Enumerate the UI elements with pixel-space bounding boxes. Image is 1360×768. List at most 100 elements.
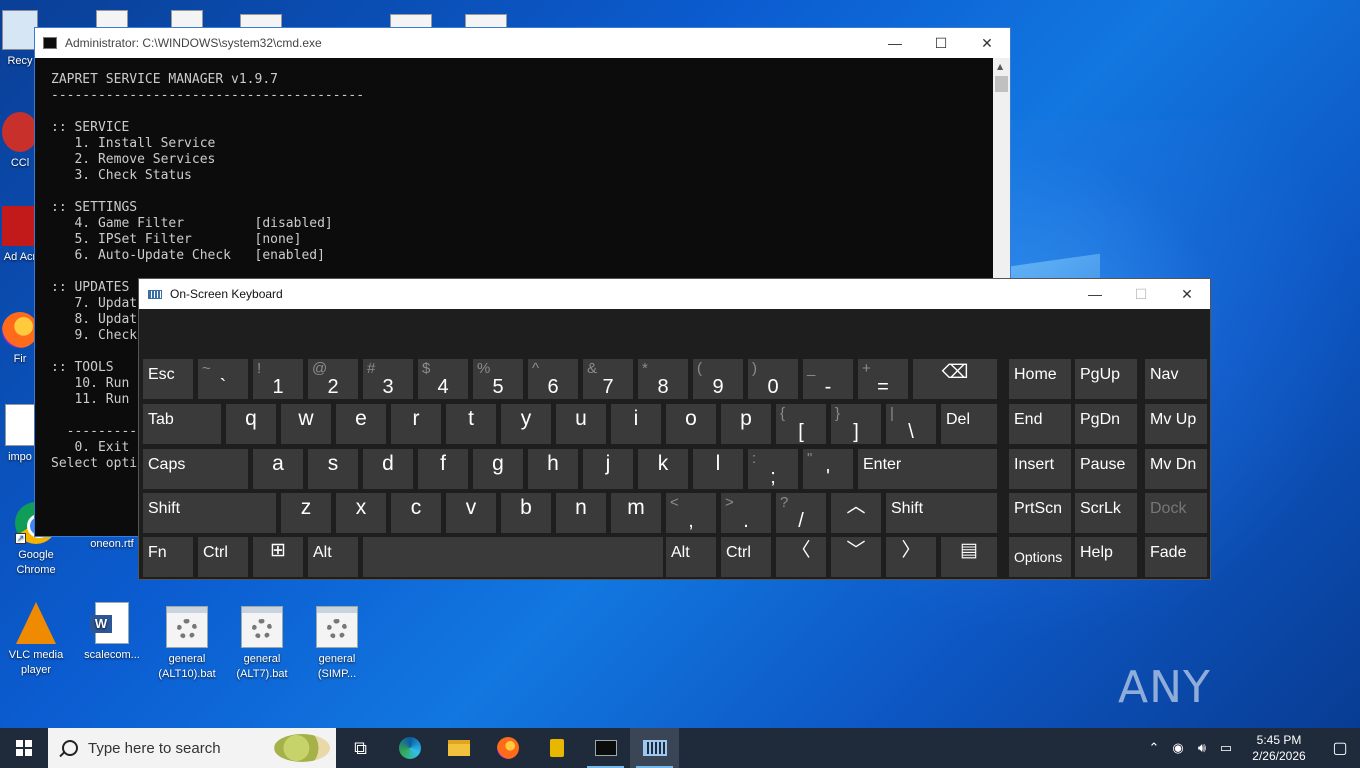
key-i[interactable]: i: [611, 404, 661, 444]
key-mv-up[interactable]: Mv Up: [1145, 404, 1207, 444]
menu-key-icon[interactable]: ▤: [941, 537, 997, 577]
backspace-icon[interactable]: ⌫: [913, 359, 997, 399]
key-tab[interactable]: Tab: [143, 404, 221, 444]
key-sym-0-13[interactable]: + =: [858, 359, 908, 399]
vlc-shortcut[interactable]: VLC media player: [0, 602, 74, 678]
key-nav[interactable]: Nav: [1145, 359, 1207, 399]
windows-key-icon[interactable]: ⊞: [253, 537, 303, 577]
arrow-down-icon[interactable]: ﹀: [831, 537, 881, 577]
key-prtscn[interactable]: PrtScn: [1009, 493, 1071, 533]
key-9[interactable]: (9: [693, 359, 743, 399]
key-7[interactable]: & 7: [583, 359, 633, 399]
taskbar-lock-app[interactable]: [532, 728, 581, 768]
key-alt[interactable]: Alt: [666, 537, 716, 577]
key-c[interactable]: c: [391, 493, 441, 533]
arrow-right-icon[interactable]: 〉: [886, 537, 936, 577]
key-sym-1-11[interactable]: {[: [776, 404, 826, 444]
scroll-up-icon[interactable]: ▲: [997, 62, 1003, 71]
taskbar-search-box[interactable]: Type here to search: [48, 728, 336, 768]
key-shift[interactable]: Shift: [143, 493, 276, 533]
maximize-button[interactable]: ☐: [918, 28, 964, 58]
key-2[interactable]: @2: [308, 359, 358, 399]
key-t[interactable]: t: [446, 404, 496, 444]
chevron-up-icon[interactable]: ⌃: [1142, 740, 1166, 756]
key-sym-0-12[interactable]: _ -: [803, 359, 853, 399]
taskbar-edge[interactable]: [385, 728, 434, 768]
key-6[interactable]: ^ 6: [528, 359, 578, 399]
key-space[interactable]: [363, 537, 663, 577]
key-ctrl[interactable]: Ctrl: [198, 537, 248, 577]
input-indicator-icon[interactable]: ▭: [1214, 740, 1238, 756]
key-x[interactable]: x: [336, 493, 386, 533]
close-button[interactable]: ✕: [1164, 279, 1210, 309]
key-sym-1-13[interactable]: | \: [886, 404, 936, 444]
desktop-bat-icon[interactable]: [240, 14, 282, 28]
on-screen-keyboard-window[interactable]: On-Screen Keyboard — ☐ ✕ Esc ~ `! 1 @2 #3 $4% 5…: [138, 278, 1211, 580]
minimize-button[interactable]: —: [1072, 279, 1118, 309]
key-options[interactable]: Options: [1009, 537, 1071, 577]
key-v[interactable]: v: [446, 493, 496, 533]
key-q[interactable]: q: [226, 404, 276, 444]
key-d[interactable]: d: [363, 449, 413, 489]
key-enter[interactable]: Enter: [858, 449, 997, 489]
key-sym-0-1[interactable]: ~ `: [198, 359, 248, 399]
key-f[interactable]: f: [418, 449, 468, 489]
key-pgup[interactable]: PgUp: [1075, 359, 1137, 399]
key-fade[interactable]: Fade: [1145, 537, 1207, 577]
scalecom-doc[interactable]: W scalecom...: [74, 602, 150, 663]
task-view-button[interactable]: ⧉: [336, 728, 385, 768]
key-fn[interactable]: Fn: [143, 537, 193, 577]
close-button[interactable]: ✕: [964, 28, 1010, 58]
desktop-bat-icon[interactable]: [390, 14, 432, 28]
key-h[interactable]: h: [528, 449, 578, 489]
key-insert[interactable]: Insert: [1009, 449, 1071, 489]
key-pause[interactable]: Pause: [1075, 449, 1137, 489]
key-5[interactable]: % 5: [473, 359, 523, 399]
key-ctrl[interactable]: Ctrl: [721, 537, 771, 577]
key-sym-3-8[interactable]: <,: [666, 493, 716, 533]
key-end[interactable]: End: [1009, 404, 1071, 444]
key-pgdn[interactable]: PgDn: [1075, 404, 1137, 444]
key-b[interactable]: b: [501, 493, 551, 533]
taskbar-osk[interactable]: [630, 728, 679, 768]
key-l[interactable]: l: [693, 449, 743, 489]
start-button[interactable]: [0, 728, 48, 768]
key-0[interactable]: ) 0: [748, 359, 798, 399]
key-k[interactable]: k: [638, 449, 688, 489]
key-y[interactable]: y: [501, 404, 551, 444]
key-del[interactable]: Del: [941, 404, 997, 444]
taskbar-cmd[interactable]: [581, 728, 630, 768]
key-s[interactable]: s: [308, 449, 358, 489]
key-r[interactable]: r: [391, 404, 441, 444]
key-scrlk[interactable]: ScrLk: [1075, 493, 1137, 533]
desktop-file-icon[interactable]: [171, 10, 203, 28]
notifications-icon[interactable]: ▢: [1320, 738, 1360, 758]
key-shift[interactable]: Shift: [886, 493, 997, 533]
scrollbar-thumb[interactable]: [995, 76, 1008, 92]
key-sym-1-12[interactable]: }]: [831, 404, 881, 444]
osk-titlebar[interactable]: On-Screen Keyboard — ☐ ✕: [139, 279, 1210, 309]
key-z[interactable]: z: [281, 493, 331, 533]
desktop-file-icon[interactable]: [96, 10, 128, 28]
key-sym-2-10[interactable]: :;: [748, 449, 798, 489]
arrow-left-icon[interactable]: 〈: [776, 537, 826, 577]
general-simp-bat[interactable]: general (SIMP...: [299, 606, 375, 682]
taskbar-file-explorer[interactable]: [434, 728, 483, 768]
taskbar-firefox[interactable]: [483, 728, 532, 768]
key-sym-3-9[interactable]: >.: [721, 493, 771, 533]
key-alt[interactable]: Alt: [308, 537, 358, 577]
key-help[interactable]: Help: [1075, 537, 1137, 577]
volume-icon[interactable]: 🔊︎: [1190, 740, 1214, 756]
key-w[interactable]: w: [281, 404, 331, 444]
webcam-icon[interactable]: ◉: [1166, 740, 1190, 756]
general-alt7-bat[interactable]: general (ALT7).bat: [224, 606, 300, 682]
key-e[interactable]: e: [336, 404, 386, 444]
key-8[interactable]: * 8: [638, 359, 688, 399]
general-alt10-bat[interactable]: general (ALT10).bat: [149, 606, 225, 682]
key-1[interactable]: ! 1: [253, 359, 303, 399]
key-sym-3-10[interactable]: ? /: [776, 493, 826, 533]
desktop-bat-icon[interactable]: [465, 14, 507, 28]
key-n[interactable]: n: [556, 493, 606, 533]
cmd-titlebar[interactable]: Administrator: C:\WINDOWS\system32\cmd.e…: [35, 28, 1010, 58]
key-j[interactable]: j: [583, 449, 633, 489]
